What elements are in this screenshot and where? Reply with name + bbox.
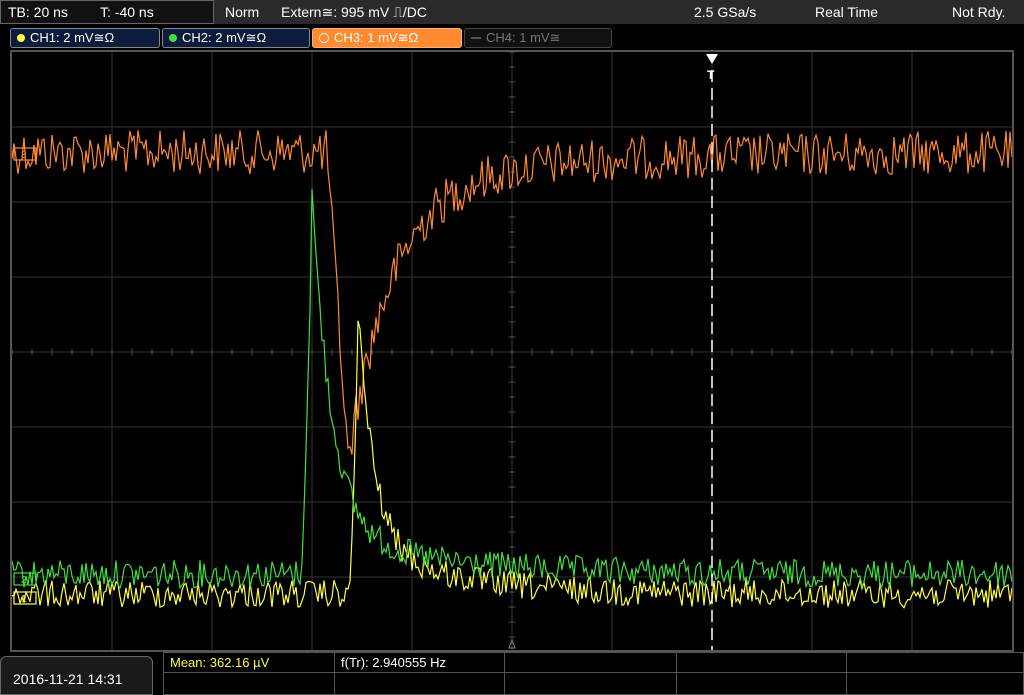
trigger-marker-label: T — [707, 68, 715, 82]
ch4-label: CH4: 1 mV≅ — [486, 30, 561, 45]
ch2-level-label: 2 — [21, 575, 27, 586]
datetime: 2016-11-21 14:31 — [13, 671, 123, 687]
trigger-arrow-icon[interactable] — [706, 54, 718, 64]
ch1-level-label: 1 — [21, 594, 27, 605]
ch3-level-label: 3 — [21, 150, 27, 161]
channel-bar: CH1: 2 mV≅Ω CH2: 2 mV≅Ω CH3: 1 mV≅Ω CH4:… — [0, 24, 1024, 50]
ch1-dot-icon — [17, 33, 25, 42]
ch3-label: CH3: 1 mV≅Ω — [334, 30, 419, 45]
waveform-display[interactable]: T 3 2 1 — [10, 50, 1014, 652]
mean-measurement[interactable]: Mean: 362.16 µV — [170, 654, 269, 672]
ch3-dot-icon — [319, 32, 329, 43]
sample-rate: 2.5 GSa/s — [694, 4, 757, 20]
acquisition-mode[interactable]: Real Time — [815, 3, 878, 21]
status-bar: TB: 20 ns T: -40 ns Norm Extern≅: 995 mV… — [0, 0, 1024, 24]
waveform-canvas: T 3 2 1 — [12, 52, 1012, 650]
graticule — [12, 52, 1012, 650]
ch1-button[interactable]: CH1: 2 mV≅Ω — [10, 28, 160, 48]
ch2-button[interactable]: CH2: 2 mV≅Ω — [162, 28, 310, 48]
ch2-dot-icon — [169, 33, 177, 42]
ch3-button[interactable]: CH3: 1 mV≅Ω — [312, 28, 462, 48]
ch4-button[interactable]: CH4: 1 mV≅ — [464, 28, 612, 48]
trigger-mode[interactable]: Norm — [225, 3, 259, 21]
ch2-label: CH2: 2 mV≅Ω — [182, 30, 267, 45]
ch1-label: CH1: 2 mV≅Ω — [30, 30, 115, 45]
frequency-measurement[interactable]: f(Tr): 2.940555 Hz — [341, 654, 446, 672]
measurement-panel[interactable]: Mean: 362.16 µV f(Tr): 2.940555 Hz — [163, 652, 1024, 695]
timebase-readout[interactable]: TB: 20 ns — [8, 3, 68, 21]
datetime-panel: 2016-11-21 14:31 — [0, 656, 153, 695]
trigger-time-readout[interactable]: T: -40 ns — [100, 3, 154, 21]
trigger-source[interactable]: Extern≅: 995 mV ⎍/DC — [281, 3, 427, 21]
ch4-dot-icon — [471, 36, 481, 39]
trigger-status: Not Rdy. — [952, 4, 1006, 20]
